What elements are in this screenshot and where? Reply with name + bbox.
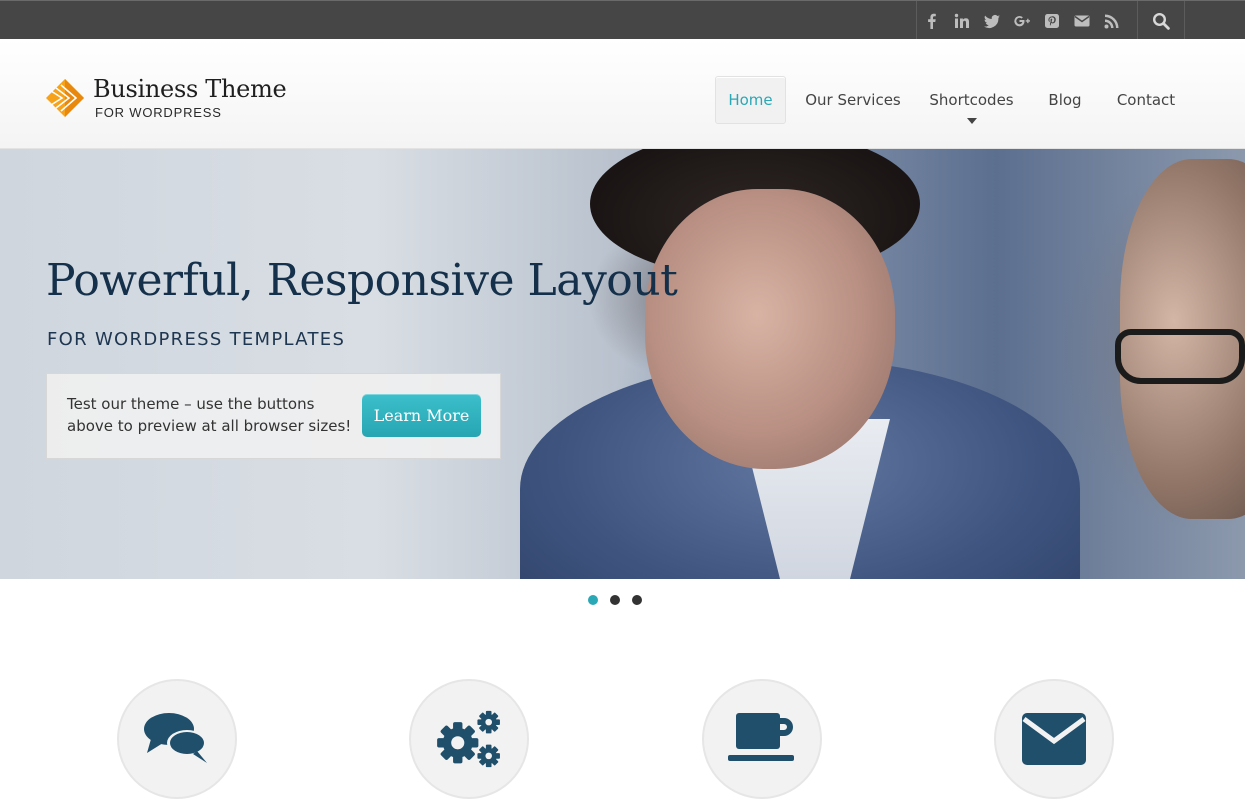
nav-shortcodes-label: Shortcodes [929,91,1014,109]
coffee-cup-icon [728,713,794,761]
facebook-icon[interactable] [917,1,947,40]
hero-callout-text: Test our theme – use the buttons above t… [67,395,352,435]
main-navigation: Home Our Services Shortcodes Blog Contac… [715,76,1185,124]
nav-blog[interactable]: Blog [1023,76,1107,124]
envelope-icon [1022,713,1086,765]
site-header: Business Theme FOR WORDPRESS Home Our Se… [0,39,1245,149]
logo-icon[interactable] [45,78,85,118]
social-links [916,1,1127,40]
email-icon[interactable] [1067,1,1097,40]
slider-dot-2[interactable] [610,595,620,605]
feature-coffee[interactable] [702,679,822,799]
twitter-icon[interactable] [977,1,1007,40]
top-bar [0,0,1245,40]
slider-dot-3[interactable] [632,595,642,605]
hero-callout: Test our theme – use the buttons above t… [46,373,501,459]
slider-pagination [588,595,642,605]
nav-contact[interactable]: Contact [1107,76,1185,124]
gears-icon [437,710,500,768]
search-button[interactable] [1137,1,1185,40]
dropdown-caret-icon [966,118,977,124]
feature-contact[interactable] [994,679,1114,799]
hero-slider: Powerful, Responsive Layout FOR WORDPRES… [0,149,1245,579]
google-plus-icon[interactable] [1007,1,1037,40]
nav-our-services[interactable]: Our Services [786,76,920,124]
feature-settings[interactable] [409,679,529,799]
nav-shortcodes[interactable]: Shortcodes [920,76,1023,124]
nav-home[interactable]: Home [715,76,786,124]
search-icon [1152,12,1170,30]
rss-icon[interactable] [1097,1,1127,40]
chat-bubbles-icon [144,713,207,763]
pinterest-icon[interactable] [1037,1,1067,40]
site-tagline: FOR WORDPRESS [95,105,222,120]
slider-dot-1[interactable] [588,595,598,605]
feature-chat[interactable] [117,679,237,799]
learn-more-button[interactable]: Learn More [362,394,481,437]
hero-subtitle: FOR WORDPRESS TEMPLATES [47,329,346,350]
site-title[interactable]: Business Theme [93,75,287,103]
linkedin-icon[interactable] [947,1,977,40]
hero-title: Powerful, Responsive Layout [46,255,678,306]
